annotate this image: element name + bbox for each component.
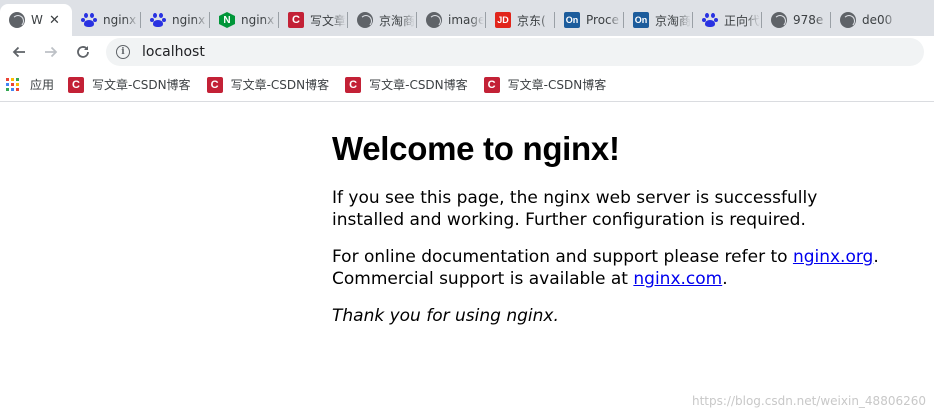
csdn-icon: C — [345, 76, 362, 93]
tab-title: nginx — [103, 13, 137, 27]
tab-title: 京淘商 — [379, 13, 415, 28]
globe-icon — [9, 12, 25, 28]
reload-icon — [77, 46, 89, 58]
browser-tab[interactable]: 京淘商 — [348, 4, 417, 36]
browser-tab[interactable]: JD 京东( — [486, 4, 555, 36]
globe-icon — [426, 12, 442, 28]
baidu-paw-icon — [702, 12, 718, 28]
csdn-icon: C — [206, 76, 223, 93]
tab-strip: W ✕ nginx nginx Nnginx C 写文章 京淘商 image JD 京东(On Pro… — [0, 0, 934, 36]
csdn-icon: C — [68, 76, 85, 93]
tab-title: 写文章 — [310, 13, 346, 28]
globe-icon — [840, 12, 856, 28]
forward-button[interactable] — [38, 39, 64, 65]
page-heading: Welcome to nginx! — [332, 130, 620, 167]
nginx-com-link[interactable]: nginx.com — [633, 269, 722, 289]
reload-button[interactable] — [70, 39, 96, 65]
browser-tab[interactable]: C 写文章 — [279, 4, 348, 36]
support-prefix: For online documentation and support ple… — [332, 247, 793, 267]
install-message: If you see this page, the nginx web serv… — [332, 188, 818, 230]
close-tab-icon[interactable]: ✕ — [49, 13, 60, 28]
browser-tab[interactable]: On Proce — [555, 4, 624, 36]
browser-tab[interactable]: Nnginx — [210, 4, 279, 36]
browser-tab[interactable]: On 京淘商 — [624, 4, 693, 36]
tab-title: 京东( — [517, 13, 546, 28]
arrow-right-icon — [45, 46, 58, 58]
bookmark-item[interactable]: C 写文章-CSDN博客 — [478, 72, 613, 98]
on-icon: On — [564, 12, 580, 28]
csdn-icon: C — [288, 12, 304, 28]
bookmark-item[interactable]: C 写文章-CSDN博客 — [339, 72, 474, 98]
bookmark-label: 写文章-CSDN博客 — [230, 78, 330, 92]
apps-shortcut[interactable]: 应用 — [0, 72, 60, 98]
bookmark-label: 写文章-CSDN博客 — [507, 78, 607, 92]
browser-toolbar: i localhost — [0, 36, 934, 68]
thanks-message: Thank you for using nginx. — [332, 305, 892, 327]
address-url[interactable]: localhost — [142, 44, 205, 60]
bookmark-label: 写文章-CSDN博客 — [369, 78, 468, 92]
browser-tab[interactable]: image — [417, 4, 486, 36]
nginx-welcome-content: Welcome to nginx! If you see this page, … — [332, 103, 892, 327]
tab-title: 978e — [793, 13, 824, 27]
browser-tab[interactable]: nginx — [141, 4, 210, 36]
browser-tab[interactable]: nginx — [72, 4, 141, 36]
jd-icon: JD — [495, 12, 511, 28]
page-viewport: Welcome to nginx! If you see this page, … — [0, 103, 934, 416]
browser-tab[interactable]: de00 — [831, 4, 900, 36]
bookmarks-bar: 应用 C 写文章-CSDN博客 C 写文章-CSDN博客 C 写文章-CSDN博客 C 写文章… — [0, 68, 934, 102]
nginx-icon: N — [219, 12, 235, 28]
support-suffix: . — [722, 269, 728, 289]
tab-title: 正向代 — [724, 13, 760, 28]
bookmark-item[interactable]: C 写文章-CSDN博客 — [201, 72, 336, 98]
globe-icon — [771, 12, 787, 28]
browser-tab[interactable]: W ✕ — [0, 4, 72, 36]
apps-label: 应用 — [30, 78, 55, 92]
tab-title: 京淘商 — [655, 13, 691, 28]
globe-icon — [357, 12, 373, 28]
site-info-icon[interactable]: i — [116, 45, 130, 59]
nginx-org-link[interactable]: nginx.org — [793, 247, 873, 267]
tab-title: nginx — [241, 13, 275, 27]
bookmark-label: 写文章-CSDN博客 — [92, 78, 191, 92]
support-message: For online documentation and support ple… — [332, 246, 892, 290]
csdn-watermark: https://blog.csdn.net/weixin_48806260 — [691, 394, 926, 408]
tab-title: W — [31, 13, 43, 27]
tab-title: Proce — [586, 13, 620, 27]
arrow-left-icon — [12, 46, 25, 58]
csdn-icon: C — [483, 76, 500, 93]
address-bar[interactable]: i localhost — [106, 38, 924, 66]
thanks-text: Thank you for using nginx. — [332, 306, 559, 326]
browser-tab[interactable]: 正向代 — [693, 4, 762, 36]
bookmark-item[interactable]: C 写文章-CSDN博客 — [62, 72, 197, 98]
tab-title: nginx — [172, 13, 206, 27]
on-icon: On — [633, 12, 649, 28]
browser-tab[interactable]: 978e — [762, 4, 831, 36]
bookmark-list: C 写文章-CSDN博客 C 写文章-CSDN博客 C 写文章-CSDN博客 C 写文章-CS… — [60, 72, 612, 98]
baidu-paw-icon — [150, 12, 166, 28]
apps-grid-icon — [6, 77, 20, 92]
tab-title: de00 — [862, 13, 893, 27]
back-button[interactable] — [6, 39, 32, 65]
tab-title: image — [448, 13, 484, 27]
baidu-paw-icon — [81, 12, 97, 28]
